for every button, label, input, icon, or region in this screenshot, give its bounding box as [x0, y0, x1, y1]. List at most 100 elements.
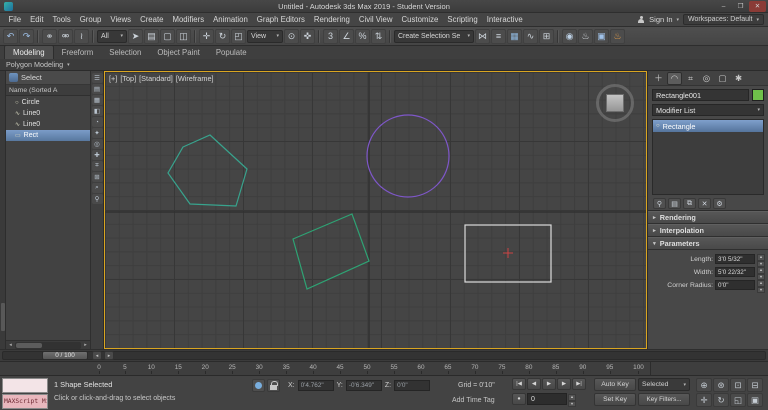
menu-customize[interactable]: Customize [397, 13, 443, 26]
render-production-icon[interactable]: ♨ [610, 28, 625, 44]
parameter-field[interactable]: 3'0 5/32" [715, 254, 755, 264]
spinner-control[interactable]: ▲ ▼ [757, 254, 765, 267]
shape-spline-blob[interactable] [167, 134, 248, 207]
motion-tab-icon[interactable]: ◎ [699, 72, 714, 85]
scene-object-line-2[interactable]: ∿ Line0 [6, 119, 90, 130]
modifier-list-dropdown[interactable]: Modifier List ▾ [652, 104, 764, 116]
modifier-bulb-icon[interactable]: ○ [656, 123, 660, 129]
percent-snap-icon[interactable]: % [355, 28, 370, 44]
display-helpers-icon[interactable]: ✚ [91, 150, 103, 160]
ribbon-tab-freeform[interactable]: Freeform [54, 46, 102, 59]
scene-object-circle[interactable]: ○ Circle [6, 97, 90, 108]
sign-in-button[interactable]: Sign In [649, 15, 672, 24]
sort-by-type-icon[interactable]: ▦ [91, 95, 103, 105]
orbit-icon[interactable]: ↻ [713, 393, 729, 407]
select-and-link-icon[interactable]: ⚭ [42, 28, 57, 44]
menu-views[interactable]: Views [106, 13, 136, 26]
pin-stack-icon[interactable]: ⚲ [653, 198, 666, 209]
object-color-swatch[interactable] [752, 89, 764, 101]
utilities-tab-icon[interactable]: ✱ [731, 72, 746, 85]
modifier-stack-rectangle[interactable]: ○ Rectangle [653, 120, 763, 132]
menu-modifiers[interactable]: Modifiers [168, 13, 209, 26]
current-frame-field[interactable] [527, 393, 567, 405]
time-slider-handle[interactable]: 0 / 100 [42, 351, 88, 360]
macro-recorder-line[interactable] [2, 378, 48, 393]
object-name-field[interactable] [652, 89, 749, 101]
select-and-scale-icon[interactable]: ◰ [231, 28, 246, 44]
spinner-snap-icon[interactable]: ⇅ [371, 28, 386, 44]
menu-interactive[interactable]: Interactive [482, 13, 527, 26]
parameter-field[interactable]: 5'0 22/32" [715, 267, 755, 277]
scene-object-rect[interactable]: ▭ Rect [6, 130, 90, 141]
select-and-manipulate-icon[interactable]: ✜ [300, 28, 315, 44]
rollout-interpolation[interactable]: ▸ Interpolation [648, 224, 768, 237]
scrollbar-thumb[interactable] [16, 342, 42, 348]
app-logo-icon[interactable] [4, 1, 13, 11]
ribbon-tab-object-paint[interactable]: Object Paint [149, 46, 207, 59]
viewport-top[interactable]: [+] [Top] [Standard] [Wireframe] [104, 71, 647, 349]
scroll-left-icon[interactable]: ◂ [6, 342, 15, 348]
zoom-region-icon[interactable]: ⊟ [747, 378, 763, 392]
workspaces-dropdown[interactable]: Workspaces: Default ▾ [683, 14, 764, 25]
selection-lock-icon[interactable] [267, 379, 280, 392]
window-crossing-icon[interactable]: ◫ [176, 28, 191, 44]
shape-circle[interactable] [366, 114, 450, 198]
select-and-rotate-icon[interactable]: ↻ [215, 28, 230, 44]
parameter-field[interactable]: 0'0" [715, 280, 755, 290]
add-time-tag-button[interactable]: Add Time Tag [452, 397, 495, 404]
polygon-modeling-bar[interactable]: Polygon Modeling ▾ [0, 59, 768, 71]
angle-snap-icon[interactable]: ∠ [339, 28, 354, 44]
select-and-move-icon[interactable]: ✛ [199, 28, 214, 44]
mirror-icon[interactable]: ⋈ [475, 28, 490, 44]
menu-graph-editors[interactable]: Graph Editors [252, 13, 309, 26]
explorer-horizontal-scrollbar[interactable]: ◂ ▸ [6, 340, 90, 349]
viewcube-face[interactable] [607, 95, 623, 111]
menu-civil-view[interactable]: Civil View [354, 13, 397, 26]
schematic-view-icon[interactable]: ⊞ [539, 28, 554, 44]
set-key-button[interactable]: Set Key [594, 393, 636, 406]
next-frame-nudge[interactable]: ▸ [104, 351, 114, 360]
name-column-header[interactable]: Name (Sorted A [6, 85, 90, 96]
scroll-right-icon[interactable]: ▸ [81, 342, 90, 348]
display-bones-icon[interactable]: ⌗ [91, 161, 103, 171]
viewport-standard-menu[interactable]: [Standard] [139, 74, 173, 83]
snaps-toggle-icon[interactable]: 3 [323, 28, 338, 44]
menu-tools[interactable]: Tools [48, 13, 75, 26]
viewport-shading-menu[interactable]: [Wireframe] [176, 74, 214, 83]
isolate-selection-icon[interactable] [252, 379, 265, 392]
reference-coordinate-dropdown[interactable]: View ▾ [247, 29, 283, 43]
spinner-control[interactable]: ▲ ▼ [757, 280, 765, 293]
zoom-icon[interactable]: ⊕ [696, 378, 712, 392]
zoom-extents-icon[interactable]: ⊡ [730, 378, 746, 392]
select-children-icon[interactable]: ⊞ [91, 172, 103, 182]
viewcube[interactable] [596, 84, 634, 122]
rollout-parameters[interactable]: ▾ Parameters [648, 237, 768, 250]
listener-line[interactable]: MAXScript Mi [2, 394, 48, 409]
menu-create[interactable]: Create [136, 13, 168, 26]
make-unique-icon[interactable]: ⧉ [683, 198, 696, 209]
menu-rendering[interactable]: Rendering [309, 13, 354, 26]
show-end-result-icon[interactable]: ▤ [668, 198, 681, 209]
go-to-start-button[interactable]: |◀ [512, 378, 526, 390]
shape-rotated-rect[interactable] [292, 213, 370, 290]
menu-group[interactable]: Group [75, 13, 106, 26]
redo-icon[interactable]: ↷ [19, 28, 34, 44]
track-bar[interactable]: 0 5 10 15 20 25 30 35 40 45 50 55 60 65 70 75 80 85 90 95 10… [0, 361, 768, 375]
material-editor-icon[interactable]: ◉ [562, 28, 577, 44]
time-slider-track[interactable] [2, 351, 766, 360]
ribbon-tab-modeling[interactable]: Modeling [4, 45, 54, 59]
undo-icon[interactable]: ↶ [3, 28, 18, 44]
auto-key-button[interactable]: Auto Key [594, 378, 636, 391]
ribbon-tab-populate[interactable]: Populate [208, 46, 255, 59]
menu-animation[interactable]: Animation [209, 13, 253, 26]
rendered-frame-window-icon[interactable]: ▣ [594, 28, 609, 44]
play-button[interactable]: ▶ [542, 378, 556, 390]
panel-grab-handle[interactable] [1, 303, 5, 331]
rectangular-selection-region-icon[interactable]: ▢ [160, 28, 175, 44]
previous-frame-nudge[interactable]: ◂ [92, 351, 102, 360]
ribbon-tab-selection[interactable]: Selection [101, 46, 149, 59]
scrollbar-track[interactable] [15, 341, 81, 349]
menu-file[interactable]: File [4, 13, 26, 26]
named-selection-set-dropdown[interactable]: Create Selection Se ▾ [394, 29, 474, 43]
explorer-select-menu[interactable]: Select [21, 73, 42, 82]
